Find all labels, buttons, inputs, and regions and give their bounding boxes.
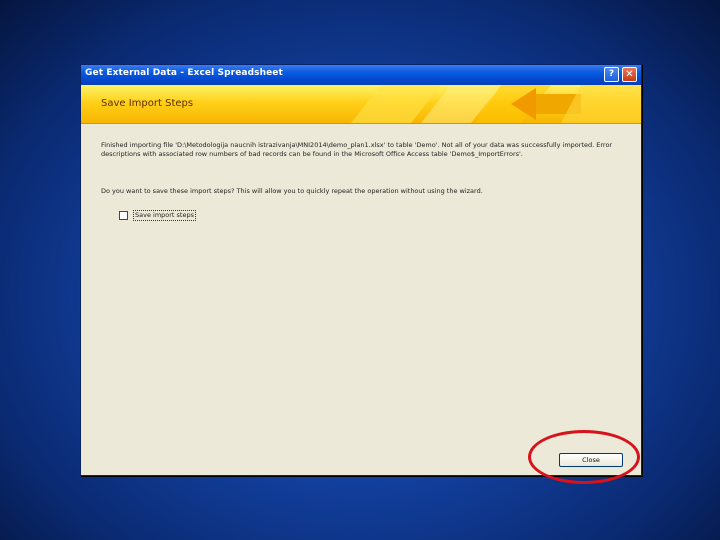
red-highlight-circle [528,430,640,484]
dialog-title: Get External Data - Excel Spreadsheet [85,68,283,78]
save-import-steps-label[interactable]: Save import steps [133,210,196,221]
save-steps-question: Do you want to save these import steps? … [101,187,483,195]
message-area: Finished importing file 'D:\Metodologija… [101,141,621,159]
wizard-banner: Save Import Steps [81,85,641,124]
get-external-data-dialog: Get External Data - Excel Spreadsheet ? … [80,64,642,476]
save-import-steps-checkbox[interactable] [119,211,128,220]
banner-title: Save Import Steps [101,98,194,109]
title-bar[interactable]: Get External Data - Excel Spreadsheet ? … [81,65,641,85]
help-button[interactable]: ? [604,67,619,82]
close-window-button[interactable]: ✕ [622,67,637,82]
import-result-message: Finished importing file 'D:\Metodologija… [101,141,613,158]
